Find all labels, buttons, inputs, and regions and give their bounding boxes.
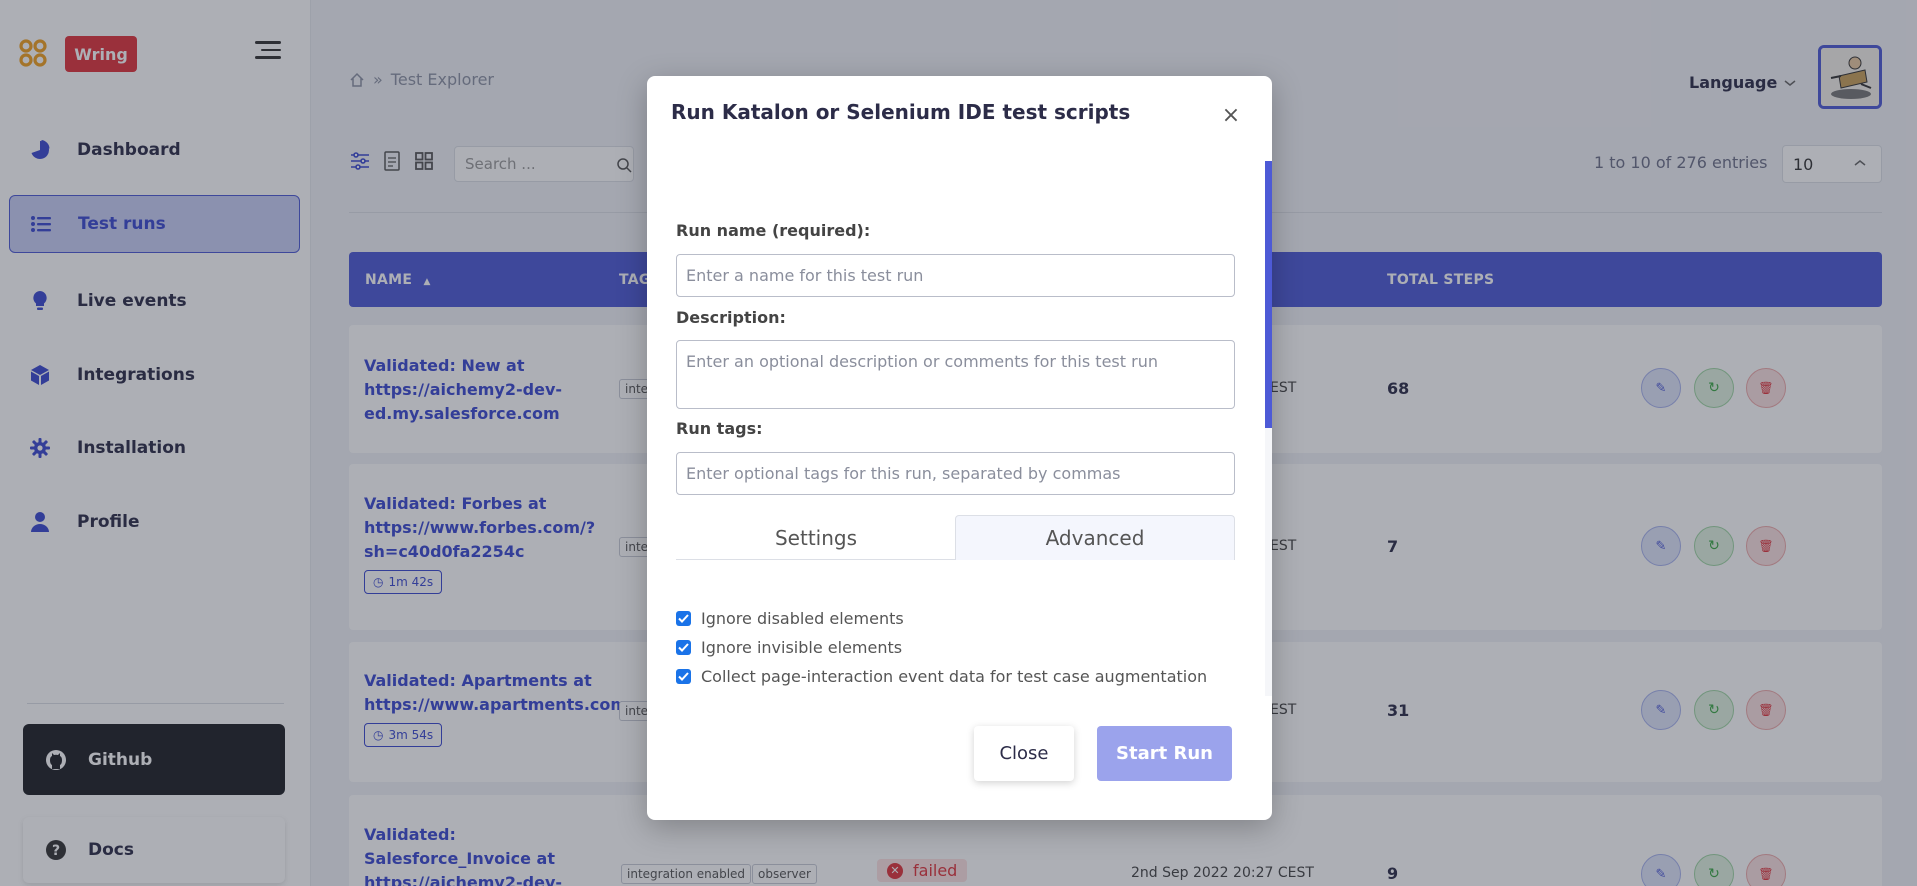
tab-settings[interactable]: Settings <box>676 515 956 560</box>
option-label: Ignore disabled elements <box>701 609 904 628</box>
checkmark-icon <box>678 672 689 681</box>
option-ignore-disabled[interactable]: Ignore disabled elements <box>676 609 904 628</box>
option-label: Ignore invisible elements <box>701 638 903 657</box>
option-collect-events[interactable]: Collect page-interaction event data for … <box>676 667 1207 686</box>
run-tags-input[interactable]: Enter optional tags for this run, separa… <box>676 452 1235 495</box>
tab-advanced[interactable]: Advanced <box>955 515 1235 560</box>
start-run-button[interactable]: Start Run <box>1097 726 1232 781</box>
option-label: Collect page-interaction event data for … <box>701 667 1208 686</box>
checkbox[interactable] <box>676 669 691 684</box>
scrollbar-thumb[interactable] <box>1265 161 1272 428</box>
description-label: Description: <box>676 308 786 327</box>
checkmark-icon <box>678 614 689 623</box>
run-scripts-modal: Run Katalon or Selenium IDE test scripts… <box>647 76 1272 820</box>
close-button[interactable]: Close <box>974 726 1074 781</box>
option-ignore-invisible[interactable]: Ignore invisible elements <box>676 638 902 657</box>
run-name-label: Run name (required): <box>676 221 871 240</box>
modal-title: Run Katalon or Selenium IDE test scripts <box>671 100 1131 124</box>
description-textarea[interactable]: Enter an optional description or comment… <box>676 340 1235 409</box>
checkmark-icon <box>678 643 689 652</box>
run-tags-label: Run tags: <box>676 419 763 438</box>
run-name-input[interactable]: Enter a name for this test run <box>676 254 1235 297</box>
close-icon[interactable]: × <box>1219 104 1243 128</box>
checkbox[interactable] <box>676 640 691 655</box>
checkbox[interactable] <box>676 611 691 626</box>
modal-tabs: Settings Advanced <box>676 515 1235 560</box>
